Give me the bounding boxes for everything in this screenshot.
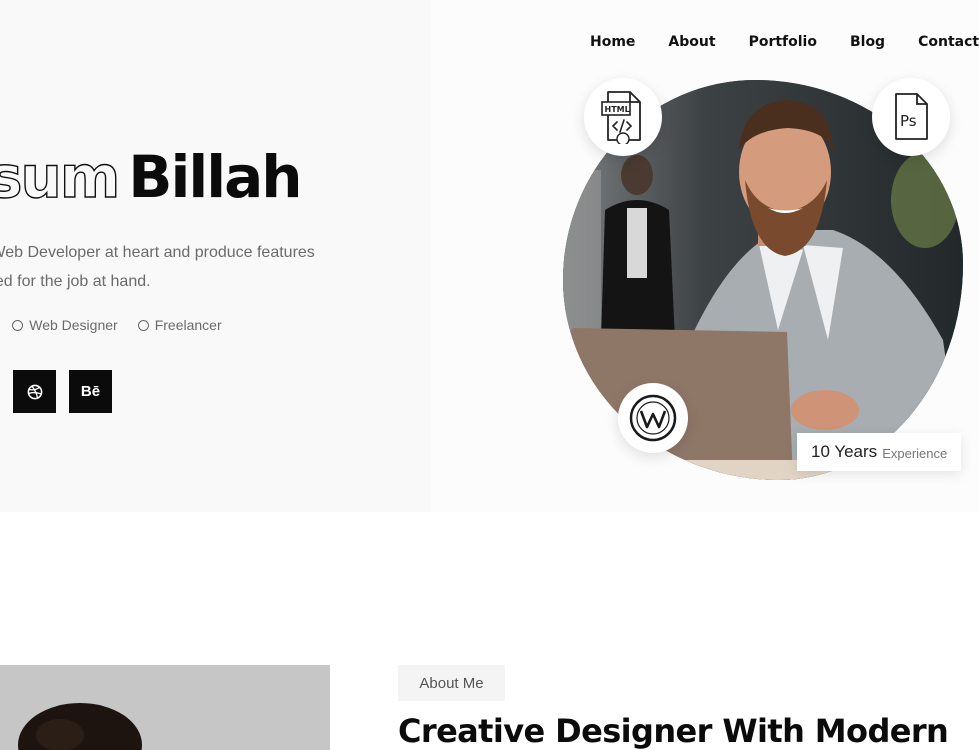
nav-contact[interactable]: Contact	[918, 34, 979, 50]
hero-name-outline: sum	[0, 143, 121, 211]
hero-name: sum Billah	[0, 147, 303, 206]
dribbble-icon	[27, 384, 42, 399]
wordpress-skill-badge	[618, 383, 688, 453]
hero-name-solid: Billah	[128, 143, 302, 211]
dribbble-social-button[interactable]	[13, 370, 56, 413]
svg-text:Ps: Ps	[900, 112, 917, 130]
experience-badge: 10 Years Experience	[797, 433, 961, 471]
main-navigation: Home About Portfolio Blog Contact	[590, 34, 979, 50]
role-label: Freelancer	[154, 317, 222, 333]
role-label: Web Designer	[29, 317, 118, 333]
nav-about[interactable]: About	[668, 34, 715, 50]
photoshop-file-icon: Ps	[895, 93, 928, 140]
wordpress-icon	[629, 394, 677, 442]
hero-intro-text: ck Web Developer at heart and produce fe…	[0, 238, 390, 296]
role-item: Web Designer	[12, 317, 118, 333]
html-file-icon: HTML	[601, 91, 641, 144]
hero-intro-line-1: ck Web Developer at heart and produce fe…	[0, 244, 315, 261]
nav-home[interactable]: Home	[590, 34, 635, 50]
svg-text:HTML: HTML	[605, 105, 630, 114]
hero-roles-list: ner Web Designer Freelancer	[0, 317, 222, 333]
experience-label: Experience	[882, 446, 948, 461]
circle-bullet-icon	[12, 319, 24, 331]
about-section-tag: About Me	[398, 665, 505, 701]
hero-intro-section: sum Billah ck Web Developer at heart and …	[0, 0, 430, 512]
nav-portfolio[interactable]: Portfolio	[749, 34, 817, 50]
hero-intro-line-2: suited for the job at hand.	[0, 273, 151, 290]
photoshop-skill-badge: Ps	[872, 78, 950, 156]
about-portrait-image	[0, 665, 330, 750]
role-item: Freelancer	[137, 317, 222, 333]
about-section-title: Creative Designer With Modern	[398, 712, 949, 750]
html-skill-badge: HTML	[584, 78, 662, 156]
experience-years: 10 Years	[811, 442, 878, 461]
circle-bullet-icon	[137, 319, 149, 331]
behance-icon: Bē	[80, 383, 101, 400]
behance-social-button[interactable]: Bē	[69, 370, 112, 413]
nav-blog[interactable]: Blog	[850, 34, 885, 50]
